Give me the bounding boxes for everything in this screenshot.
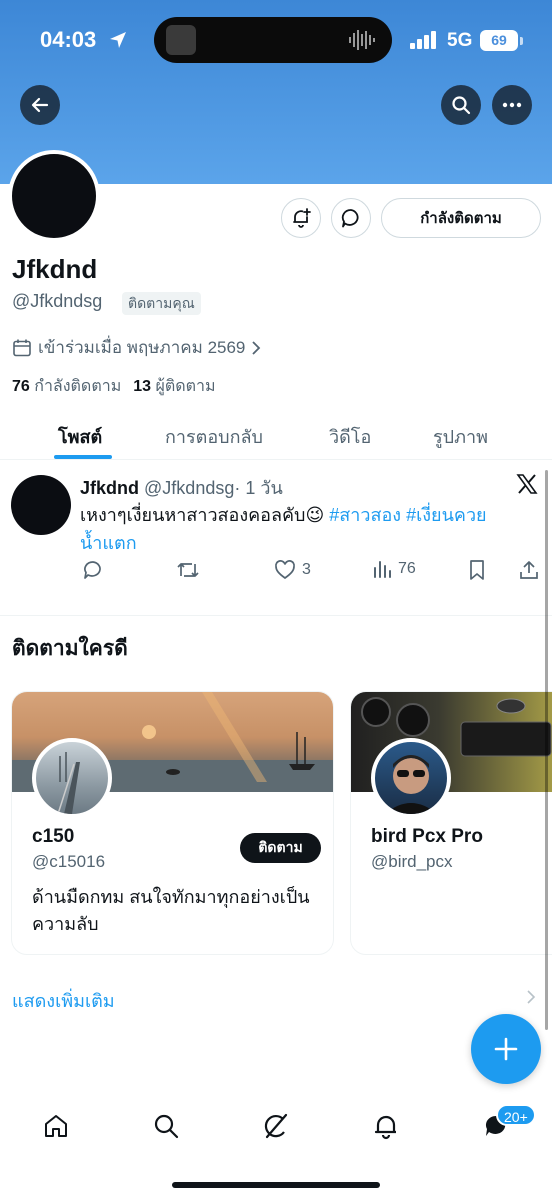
following-count: 76 bbox=[12, 378, 30, 395]
tab-photos[interactable]: รูปภาพ bbox=[433, 422, 488, 451]
suggestion-name[interactable]: bird Pcx Pro bbox=[371, 826, 483, 848]
followers-label: ผู้ติดตาม bbox=[155, 378, 216, 395]
dynamic-island bbox=[154, 17, 392, 63]
more-options-button[interactable] bbox=[492, 85, 532, 125]
grok-icon bbox=[264, 1113, 288, 1139]
home-icon bbox=[45, 1115, 67, 1137]
bell-plus-icon bbox=[293, 208, 311, 228]
suggestion-avatar bbox=[371, 738, 451, 818]
suggestion-avatar bbox=[32, 738, 112, 818]
who-to-follow-title: ติดตามใครดี bbox=[12, 637, 128, 660]
post-avatar[interactable] bbox=[11, 475, 71, 535]
arrow-left-icon bbox=[31, 97, 49, 113]
follow-stats: 76 กำลังติดตาม 13 ผู้ติดตาม bbox=[12, 374, 216, 399]
back-button[interactable] bbox=[20, 85, 60, 125]
follows-you-badge: ติดตามคุณ bbox=[122, 292, 201, 315]
bell-icon bbox=[374, 1115, 396, 1140]
views-button[interactable]: 76 bbox=[372, 559, 416, 579]
more-horizontal-icon bbox=[502, 102, 522, 108]
profile-avatar[interactable] bbox=[8, 150, 100, 242]
share-button[interactable] bbox=[518, 559, 540, 581]
show-more-link[interactable]: แสดงเพิ่มเติม bbox=[12, 986, 115, 1015]
post-actions: 3 76 bbox=[80, 559, 542, 585]
following-button[interactable]: กำลังติดตาม bbox=[381, 198, 541, 238]
plus-icon bbox=[494, 1037, 518, 1061]
network-type: 5G bbox=[447, 30, 473, 51]
active-tab-indicator bbox=[54, 455, 112, 459]
battery-icon: 69 bbox=[480, 30, 518, 51]
nav-notifications[interactable] bbox=[366, 1108, 406, 1144]
profile-tabs: โพสต์ การตอบกลับ วิดีโอ รูปภาพ bbox=[0, 412, 552, 460]
person-sunglasses-avatar-image bbox=[385, 755, 437, 814]
post-author[interactable]: Jfkdnd bbox=[80, 478, 139, 498]
post-header: Jfkdnd @Jfkdndsg· 1 วัน bbox=[80, 473, 283, 502]
chevron-right-icon bbox=[527, 990, 536, 1004]
tab-posts[interactable]: โพสต์ bbox=[58, 422, 102, 451]
now-playing-thumbnail bbox=[166, 25, 196, 55]
tab-replies[interactable]: การตอบกลับ bbox=[165, 422, 263, 451]
profile-display-name: Jfkdnd bbox=[12, 254, 98, 284]
following-stat[interactable]: 76 กำลังติดตาม bbox=[12, 374, 121, 399]
calendar-icon bbox=[13, 339, 31, 356]
notifications-subscribe-button[interactable] bbox=[281, 198, 321, 238]
suggestion-name[interactable]: c150 bbox=[32, 826, 74, 848]
nav-search[interactable] bbox=[146, 1108, 186, 1144]
post-body: เหงาๆเงี่ยนหาสาวสองคอลคับ😉 bbox=[80, 505, 325, 525]
hashtag-link[interactable]: #สาวสอง bbox=[329, 505, 401, 525]
tab-videos[interactable]: วิดีโอ bbox=[329, 422, 371, 451]
bottom-navigation bbox=[0, 1098, 552, 1154]
message-bubble-icon bbox=[341, 209, 359, 228]
search-icon bbox=[452, 96, 471, 115]
reply-icon bbox=[84, 561, 101, 579]
search-icon bbox=[154, 1114, 179, 1139]
like-count: 3 bbox=[302, 561, 311, 578]
suggestion-bio: ด้านมืดกทม สนใจทักมาทุกอย่างเป็นความลับ bbox=[32, 887, 310, 934]
hashtag-link-continuation[interactable]: น้ำแตก bbox=[80, 533, 137, 553]
status-time: 04:03 bbox=[40, 27, 97, 52]
bookmark-icon bbox=[470, 560, 484, 580]
message-button[interactable] bbox=[331, 198, 371, 238]
x-logo-icon bbox=[516, 474, 538, 494]
heart-icon bbox=[275, 560, 295, 580]
nav-home[interactable] bbox=[36, 1108, 76, 1144]
chevron-right-icon bbox=[252, 340, 261, 355]
suggestion-card[interactable]: bird Pcx Pro @bird_pcx bbox=[350, 691, 552, 955]
like-button[interactable]: 3 bbox=[274, 559, 311, 581]
post[interactable]: Jfkdnd @Jfkdndsg· 1 วัน เหงาๆเงี่ยนหาสาว… bbox=[0, 461, 552, 616]
home-indicator bbox=[172, 1182, 380, 1188]
joined-date[interactable]: เข้าร่วมเมื่อ พฤษภาคม 2569 bbox=[12, 334, 261, 361]
search-button[interactable] bbox=[441, 85, 481, 125]
audio-wave-icon bbox=[349, 30, 375, 50]
bookmark-button[interactable] bbox=[468, 559, 486, 581]
profile-handle: @Jfkdndsg bbox=[12, 291, 103, 311]
scrollbar[interactable] bbox=[545, 470, 548, 1030]
post-handle: @Jfkdndsg bbox=[144, 478, 235, 498]
battery-tip bbox=[520, 37, 523, 45]
share-icon bbox=[520, 561, 538, 579]
hashtag-link[interactable]: #เงี่ยนควย bbox=[406, 505, 487, 525]
views-count: 76 bbox=[398, 560, 416, 577]
railway-avatar-image bbox=[57, 752, 80, 814]
post-time: · 1 วัน bbox=[234, 478, 283, 498]
suggestion-card[interactable]: c150 @c15016 ติดตาม ด้านมืดกทม สนใจทักมา… bbox=[11, 691, 334, 955]
suggestion-handle: @bird_pcx bbox=[371, 852, 453, 871]
followers-stat[interactable]: 13 ผู้ติดตาม bbox=[133, 374, 215, 399]
compose-post-button[interactable] bbox=[471, 1014, 541, 1084]
messages-badge: 20+ bbox=[496, 1104, 536, 1126]
status-bar: 04:03 5G 69 bbox=[0, 0, 552, 80]
following-label: กำลังติดตาม bbox=[34, 378, 122, 395]
reply-button[interactable] bbox=[82, 559, 104, 581]
post-text: เหงาๆเงี่ยนหาสาวสองคอลคับ😉 #สาวสอง #เงี่… bbox=[80, 501, 540, 557]
nav-grok[interactable] bbox=[256, 1108, 296, 1144]
repost-icon bbox=[177, 563, 199, 577]
suggestion-handle: @c15016 bbox=[32, 852, 106, 871]
follow-button[interactable]: ติดตาม bbox=[240, 833, 321, 863]
location-arrow-icon bbox=[110, 32, 126, 48]
joined-date-text: เข้าร่วมเมื่อ พฤษภาคม 2569 bbox=[38, 338, 246, 357]
followers-count: 13 bbox=[133, 378, 152, 395]
repost-button[interactable] bbox=[176, 559, 200, 581]
analytics-icon bbox=[374, 561, 391, 578]
cellular-signal-icon bbox=[410, 31, 436, 49]
